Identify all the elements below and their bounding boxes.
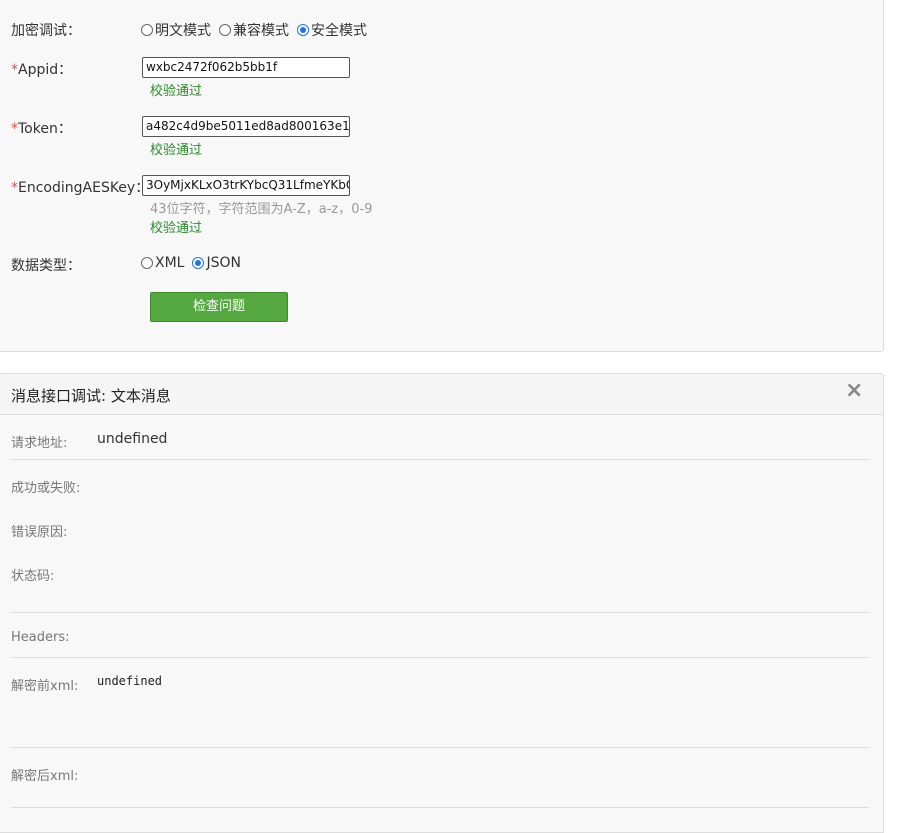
- data-type-xml-label[interactable]: XML: [155, 255, 184, 271]
- status-code-label: 状态码:: [11, 569, 55, 584]
- divider: [11, 747, 869, 748]
- token-label: *Token：: [11, 118, 72, 138]
- encrypt-option-secure-label[interactable]: 安全模式: [311, 20, 367, 40]
- result-panel-header: 消息接口调试: 文本消息 ×: [0, 374, 883, 415]
- token-status: 校验通过: [150, 143, 203, 158]
- required-mark: *: [11, 62, 18, 78]
- success-label: 成功或失败:: [11, 481, 81, 496]
- required-mark: *: [11, 121, 18, 137]
- appid-label: *Appid：: [11, 59, 72, 79]
- result-panel-title: 消息接口调试: 文本消息: [11, 387, 171, 405]
- data-type-json-radio[interactable]: [192, 257, 205, 269]
- data-type-group: XML JSON: [141, 255, 249, 271]
- error-reason-label: 错误原因:: [11, 525, 68, 540]
- encrypt-option-compat-label[interactable]: 兼容模式: [233, 20, 289, 40]
- aeskey-hint: 43位字符，字符范围为A-Z，a-z，0-9: [150, 202, 373, 217]
- aeskey-status: 校验通过: [150, 221, 203, 236]
- divider: [11, 807, 869, 808]
- encrypt-mode-label: 加密调试：: [11, 23, 81, 39]
- check-issue-button[interactable]: 检查问题: [150, 292, 288, 322]
- divider: [11, 459, 869, 460]
- token-input[interactable]: a482c4d9be5011ed8ad800163e12: [142, 116, 350, 137]
- encrypt-option-compat-radio[interactable]: [219, 24, 231, 36]
- before-decrypt-label: 解密前xml:: [11, 679, 79, 694]
- divider: [11, 612, 869, 613]
- aeskey-label: *EncodingAESKey：: [11, 177, 149, 197]
- request-url-value: undefined: [97, 431, 168, 447]
- appid-label-text: Appid：: [18, 62, 73, 78]
- after-decrypt-label: 解密后xml:: [11, 769, 79, 784]
- before-decrypt-value: undefined: [97, 674, 163, 688]
- request-url-label: 请求地址:: [11, 436, 68, 451]
- aeskey-label-text: EncodingAESKey：: [18, 180, 150, 196]
- aeskey-input[interactable]: 3OyMjxKLxO3trKYbcQ31LfmeYKbQ: [142, 175, 350, 196]
- divider: [11, 657, 869, 658]
- encrypt-option-secure-radio[interactable]: [297, 24, 309, 36]
- data-type-xml-radio[interactable]: [141, 257, 153, 269]
- config-panel: [0, 0, 884, 352]
- data-type-label: 数据类型：: [11, 258, 81, 274]
- headers-label: Headers:: [11, 630, 70, 645]
- encrypt-mode-group: 明文模式 兼容模式 安全模式: [141, 20, 375, 40]
- required-mark: *: [11, 180, 18, 196]
- data-type-json-label[interactable]: JSON: [206, 255, 241, 271]
- encrypt-option-plain-label[interactable]: 明文模式: [155, 20, 211, 40]
- encrypt-option-plain-radio[interactable]: [141, 24, 153, 36]
- token-label-text: Token：: [18, 121, 72, 137]
- appid-input[interactable]: wxbc2472f062b5bb1f: [142, 57, 350, 78]
- close-icon[interactable]: ×: [845, 377, 863, 405]
- appid-status: 校验通过: [150, 84, 203, 99]
